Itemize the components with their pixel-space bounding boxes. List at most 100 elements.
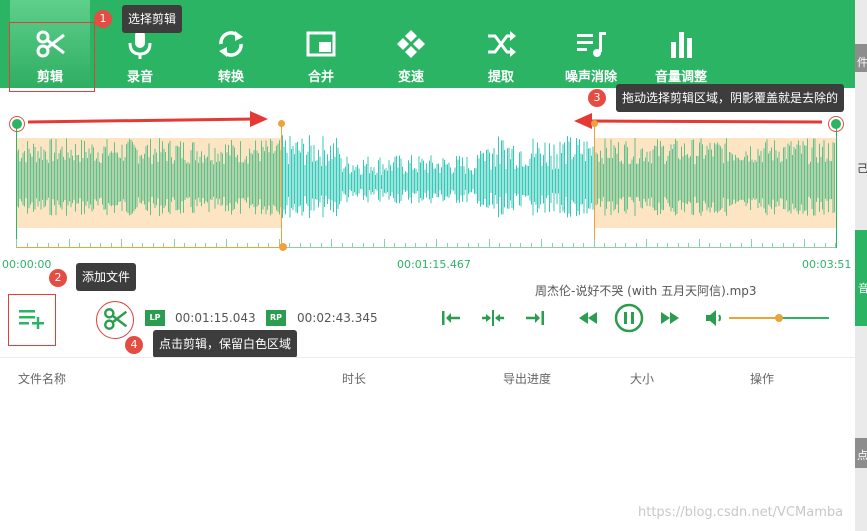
convert-icon	[219, 31, 243, 57]
timeline-tick	[478, 243, 479, 247]
timeline-tick	[709, 243, 710, 247]
timeline-progress	[16, 247, 282, 248]
tool-record-label: 录音	[126, 70, 153, 85]
column-header-size: 大小	[630, 372, 655, 386]
cut-button[interactable]	[102, 306, 128, 332]
tool-noise-label: 噪声消除	[564, 70, 617, 85]
timeline-tick	[835, 243, 836, 247]
timeline-tick	[446, 243, 448, 247]
timeline-tick	[562, 243, 563, 247]
timeline-tick	[583, 243, 584, 247]
timeline-tick	[404, 243, 406, 247]
tool-noise[interactable]: 噪声消除	[551, 0, 631, 88]
timeline-tick	[457, 243, 458, 247]
annotation-badge-1: 1	[94, 10, 112, 28]
timeline-tick	[646, 239, 647, 247]
tool-extract-label: 提取	[487, 70, 514, 85]
timeline-tick	[226, 239, 227, 247]
timeline-tick	[373, 243, 374, 247]
jump-to-end-icon[interactable]	[523, 306, 547, 330]
rp-time: 00:02:43.345	[297, 311, 378, 325]
annotation-tip-4: 点击剪辑，保留白色区域	[153, 330, 298, 358]
time-end: 00:03:51	[802, 258, 852, 271]
tool-volume[interactable]: 音量调整	[641, 0, 721, 88]
timeline-tick	[698, 239, 700, 247]
tool-merge-label: 合并	[307, 70, 334, 85]
time-current: 00:01:15.467	[397, 258, 471, 271]
timeline-tick	[488, 239, 490, 247]
set-cut-point-icon[interactable]	[481, 306, 505, 330]
left-cut-handle[interactable]	[278, 120, 285, 127]
speaker-icon[interactable]	[702, 306, 726, 330]
timeline-tick	[824, 243, 826, 247]
noise-icon	[577, 32, 606, 57]
timeline-tick	[656, 243, 658, 247]
tool-speed[interactable]: 变速	[371, 0, 451, 88]
timeline-tick	[772, 243, 773, 247]
timeline-tick	[730, 243, 731, 247]
lp-time: 00:01:15.043	[175, 311, 256, 325]
tool-merge[interactable]: 合并	[281, 0, 361, 88]
left-cut-line	[281, 124, 282, 248]
timeline-tick	[499, 243, 500, 247]
pause-icon[interactable]	[614, 303, 644, 333]
start-line	[16, 128, 17, 248]
timeline-tick	[667, 243, 668, 247]
timeline-tick	[761, 243, 763, 247]
annotation-badge-2: 2	[49, 269, 67, 287]
rp-tag: RP	[266, 310, 286, 326]
timeline-tick	[352, 243, 353, 247]
timeline-tick	[520, 243, 521, 247]
tool-speed-label: 变速	[397, 70, 424, 85]
waveform-editor[interactable]	[0, 100, 855, 280]
audio-filename: 周杰伦-说好不哭 (with 五月天阿信).mp3	[535, 284, 757, 298]
timeline-tick	[16, 239, 17, 247]
rewind-icon[interactable]	[576, 306, 600, 330]
fast-forward-icon[interactable]	[658, 306, 682, 330]
playhead-knob[interactable]	[279, 243, 287, 251]
right-edge-text: 件	[857, 56, 867, 69]
timeline-tick	[299, 243, 301, 247]
right-cut-line	[594, 124, 595, 248]
column-header-actions: 操作	[750, 372, 775, 386]
timeline-tick	[394, 243, 395, 247]
timeline-tick	[362, 243, 364, 247]
tool-convert[interactable]: 转换	[191, 0, 271, 88]
lp-tag: LP	[145, 310, 165, 326]
timeline-tick	[415, 243, 416, 247]
timeline-tick	[635, 243, 637, 247]
column-header-filename: 文件名称	[18, 372, 67, 386]
tool-extract[interactable]: 提取	[461, 0, 541, 88]
timeline-tick	[604, 243, 605, 247]
timeline-tick	[530, 243, 532, 247]
timeline-tick	[320, 243, 322, 247]
timeline-tick	[121, 239, 122, 247]
timeline-tick	[509, 243, 511, 247]
right-cut-handle[interactable]	[591, 120, 598, 127]
timeline-tick	[68, 239, 70, 247]
right-edge-text: 音	[858, 282, 867, 295]
timeline-tick	[740, 243, 742, 247]
merge-icon	[306, 31, 336, 57]
time-start: 00:00:00	[2, 258, 52, 271]
speed-icon	[397, 30, 425, 58]
end-handle[interactable]	[831, 119, 841, 129]
volume-bars-icon	[671, 32, 692, 58]
tool-convert-label: 转换	[217, 70, 244, 85]
timeline-tick	[593, 239, 595, 247]
column-header-duration: 时长	[342, 372, 367, 386]
right-edge-text: 点	[857, 449, 867, 462]
timeline-tick	[793, 243, 794, 247]
timeline-tick	[625, 243, 626, 247]
timeline-tick	[751, 239, 752, 247]
add-file-button[interactable]	[18, 306, 46, 330]
start-handle[interactable]	[12, 119, 22, 129]
volume-slider-knob[interactable]	[775, 314, 783, 322]
cut-tool-highlight-frame	[9, 22, 95, 92]
timeline-tick	[814, 243, 815, 247]
timeline-tick	[467, 243, 469, 247]
timeline-tick	[551, 243, 553, 247]
jump-to-start-icon[interactable]	[439, 306, 463, 330]
timeline-tick	[331, 239, 332, 247]
timeline-tick	[803, 239, 805, 247]
